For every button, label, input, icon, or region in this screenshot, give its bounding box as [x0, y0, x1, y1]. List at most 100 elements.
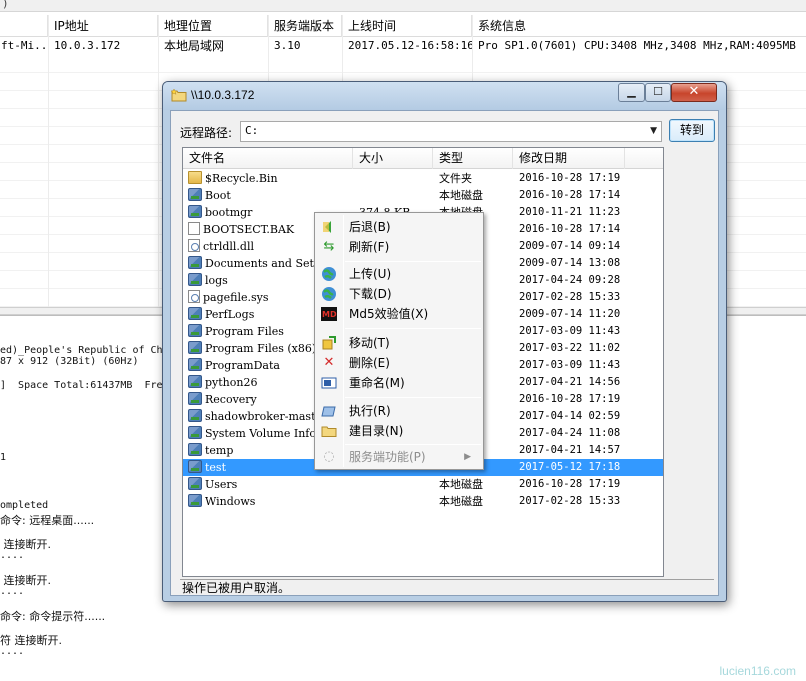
file-name: System Volume Infor	[205, 427, 322, 440]
column-header-filename[interactable]: 文件名	[183, 148, 353, 169]
context-menu: 后退(B) ⇆ 刷新(F) 上传(U) 下载(D) MD Md5效验值(X) 移…	[314, 212, 484, 470]
execute-icon	[321, 403, 337, 419]
column-header-computer[interactable]	[0, 15, 48, 37]
menu-item-md5[interactable]: MD Md5效验值(X)	[317, 304, 481, 324]
menu-item-server-functions[interactable]: ◌ 服务端功能(P) ▶	[317, 447, 481, 467]
drive-icon	[188, 341, 202, 354]
menu-item-execute[interactable]: 执行(R)	[317, 401, 481, 421]
file-name-cell: Users	[188, 476, 354, 493]
file-name: Documents and Setti	[205, 257, 322, 270]
log-line: ....	[0, 646, 25, 657]
file-name: pagefile.sys	[203, 291, 269, 304]
maximize-icon: ☐	[653, 85, 663, 98]
host-computer-name: ft-Mi...	[1, 39, 48, 52]
file-modified: 2017-02-28 15:33	[519, 291, 621, 303]
file-row[interactable]: Users 本地磁盘 2016-10-28 17:19	[183, 476, 663, 493]
file-name: Windows	[205, 495, 256, 508]
file-modified: 2009-07-14 13:08	[519, 257, 621, 269]
file-name: Program Files (x86)	[205, 342, 317, 355]
column-header-ip[interactable]: IP地址	[48, 15, 158, 37]
column-header-type[interactable]: 类型	[433, 148, 513, 169]
column-divider	[48, 15, 49, 307]
log-line: ompleted	[0, 500, 49, 511]
folder-star-icon	[171, 88, 187, 102]
server-icon: ◌	[323, 449, 335, 464]
md5-icon: MD	[321, 306, 337, 322]
delete-x-icon: ✕	[323, 355, 335, 370]
file-size	[359, 187, 433, 204]
file-type: 文件夹	[439, 172, 472, 185]
drive-icon	[188, 358, 202, 371]
file-name: temp	[205, 444, 234, 457]
drive-icon	[188, 256, 202, 269]
host-system-info: Pro SP1.0(7601) CPU:3408 MHz,3408 MHz,RA…	[478, 39, 796, 52]
menu-item-new-folder[interactable]: 建目录(N)	[317, 421, 481, 441]
host-online-time: 2017.05.12-16:58:16	[348, 39, 472, 52]
file-type: 本地磁盘	[439, 478, 483, 491]
file-name: test	[205, 461, 226, 474]
column-header-size[interactable]: 大小	[353, 148, 433, 169]
file-name: BOOTSECT.BAK	[203, 223, 295, 236]
file-type: 本地磁盘	[439, 189, 483, 202]
file-name-cell: Windows	[188, 493, 354, 510]
file-modified: 2009-07-14 11:20	[519, 308, 621, 320]
menu-item-label: 删除(E)	[349, 356, 390, 370]
drive-icon	[188, 477, 202, 490]
goto-button[interactable]: 转到	[669, 119, 715, 142]
drive-icon	[188, 188, 202, 201]
minimize-button[interactable]: ▁	[618, 83, 645, 102]
remote-path-combobox[interactable]: C: ▼	[240, 121, 662, 142]
host-list-header: IP地址 地理位置 服务端版本 上线时间 系统信息	[0, 15, 806, 37]
file-modified: 2016-10-28 17:19	[519, 478, 621, 490]
column-header-modified[interactable]: 修改日期	[513, 148, 625, 169]
column-header-system-info[interactable]: 系统信息	[472, 15, 806, 37]
drive-icon	[188, 460, 202, 473]
maximize-button[interactable]: ☐	[645, 83, 671, 102]
file-modified: 2017-04-14 02:59	[519, 410, 621, 422]
host-ip: 10.0.3.172	[54, 39, 121, 52]
dropdown-arrow-icon[interactable]: ▼	[650, 126, 657, 136]
gear-icon	[188, 239, 200, 252]
menu-item-delete[interactable]: ✕ 删除(E)	[317, 353, 481, 373]
file-name: ctrldll.dll	[203, 240, 255, 253]
file-modified: 2016-10-28 17:14	[519, 223, 621, 235]
file-row[interactable]: Boot 本地磁盘 2016-10-28 17:14	[183, 187, 663, 204]
menu-item-rename[interactable]: 重命名(M)	[317, 373, 481, 393]
menu-item-download[interactable]: 下载(D)	[317, 284, 481, 304]
window-title: \\10.0.3.172	[191, 88, 255, 102]
window-titlebar[interactable]: \\10.0.3.172 ▁ ☐ ✕	[163, 82, 726, 110]
file-modified: 2017-04-24 09:28	[519, 274, 621, 286]
file-list-header: 文件名 大小 类型 修改日期	[183, 148, 663, 169]
chevron-icon: )	[2, 0, 9, 10]
globe-upload-icon	[321, 266, 337, 282]
column-header-location[interactable]: 地理位置	[158, 15, 268, 37]
drive-icon	[188, 307, 202, 320]
back-arrow-icon	[321, 219, 337, 235]
menu-item-label: Md5效验值(X)	[349, 307, 429, 321]
remote-path-value: C:	[245, 124, 259, 137]
drive-icon	[188, 494, 202, 507]
host-row[interactable]: ft-Mi... 10.0.3.172 本地局域网 3.10 2017.05.1…	[0, 37, 806, 55]
menu-item-refresh[interactable]: ⇆ 刷新(F)	[317, 237, 481, 257]
file-name: ProgramData	[205, 359, 280, 372]
folder-icon	[188, 171, 202, 184]
menu-item-upload[interactable]: 上传(U)	[317, 264, 481, 284]
file-row[interactable]: $Recycle.Bin 文件夹 2016-10-28 17:19	[183, 170, 663, 187]
menu-item-label: 刷新(F)	[349, 240, 390, 254]
menu-separator	[345, 261, 481, 262]
file-name: Recovery	[205, 393, 257, 406]
column-header-online-time[interactable]: 上线时间	[342, 15, 472, 37]
menu-item-move[interactable]: 移动(T)	[317, 333, 481, 353]
close-button[interactable]: ✕	[671, 83, 717, 102]
menu-item-back[interactable]: 后退(B)	[317, 217, 481, 237]
globe-download-icon	[321, 286, 337, 302]
file-modified: 2017-04-21 14:56	[519, 376, 621, 388]
column-header-version[interactable]: 服务端版本	[268, 15, 342, 37]
watermark: lucien116.com	[719, 664, 797, 678]
drive-icon	[188, 426, 202, 439]
file-name: Boot	[205, 189, 231, 202]
menu-item-label: 下载(D)	[349, 287, 392, 301]
file-row[interactable]: Windows 本地磁盘 2017-02-28 15:33	[183, 493, 663, 510]
drive-icon	[188, 205, 202, 218]
file-modified: 2017-05-12 17:18	[519, 461, 621, 473]
